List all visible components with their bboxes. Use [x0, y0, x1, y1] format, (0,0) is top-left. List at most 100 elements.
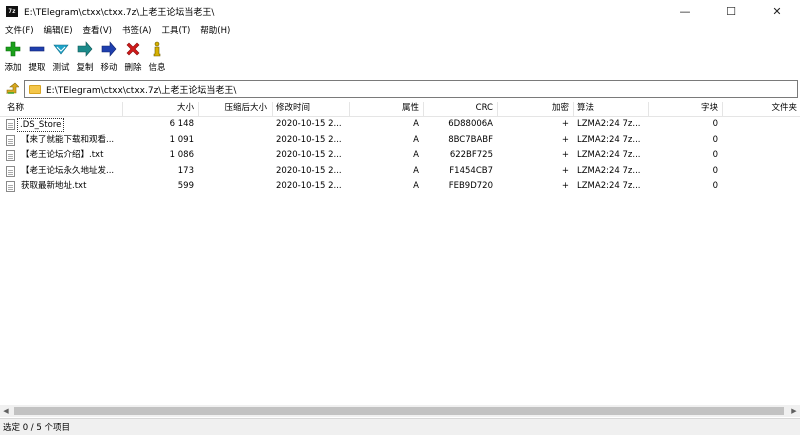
- column-header-attributes[interactable]: 属性: [350, 101, 422, 117]
- file-block: 0: [712, 134, 718, 145]
- file-packed-size: [199, 164, 270, 180]
- file-packed-size: [199, 133, 270, 149]
- delete-button[interactable]: 删除: [122, 38, 144, 76]
- minimize-button[interactable]: —: [662, 0, 708, 22]
- file-method: LZMA2:24 7z...: [577, 181, 641, 191]
- copy-button[interactable]: 复制: [74, 38, 96, 76]
- column-header-size[interactable]: 大小: [123, 101, 197, 117]
- file-size: 1 086: [169, 150, 194, 160]
- file-crc: 622BF725: [449, 150, 493, 160]
- column-header-modified[interactable]: 修改时间: [273, 101, 348, 117]
- file-name: 【老王论坛介绍】.txt: [21, 150, 104, 160]
- file-modified: 2020-10-15 2...: [276, 150, 342, 160]
- table-row[interactable]: 【来了就能下载和观看... 1 091 2020-10-15 2... A 8B…: [0, 133, 800, 149]
- info-button[interactable]: 信息: [146, 38, 168, 76]
- up-arrow-icon: [6, 82, 19, 94]
- menu-bookmarks[interactable]: 书签(A): [117, 24, 156, 36]
- scroll-thumb[interactable]: [14, 407, 784, 415]
- file-crc: FEB9D720: [448, 181, 493, 191]
- extract-icon: [28, 40, 46, 58]
- table-row[interactable]: 【老王论坛永久地址发... 173 2020-10-15 2... A F145…: [0, 164, 800, 180]
- title-bar: 7z E:\TElegram\ctxx\ctxx.7z\上老王论坛当老王\ — …: [0, 0, 800, 22]
- file-method: LZMA2:24 7z...: [577, 119, 641, 129]
- table-row[interactable]: .DS_Store 6 148 2020-10-15 2... A 6D8800…: [0, 117, 800, 133]
- file-encrypted: +: [561, 181, 569, 191]
- test-icon: [52, 40, 70, 58]
- extract-label: 提取: [28, 63, 46, 73]
- file-name: 【来了就能下载和观看...: [21, 134, 115, 145]
- file-size: 1 091: [169, 134, 194, 145]
- file-icon: [6, 119, 15, 130]
- extract-button[interactable]: 提取: [26, 38, 48, 76]
- status-bar: 选定 0 / 5 个项目: [0, 418, 800, 435]
- menu-bar: 文件(F) 编辑(E) 查看(V) 书签(A) 工具(T) 帮助(H): [0, 22, 800, 38]
- file-name: 获取最新地址.txt: [21, 181, 87, 191]
- maximize-button[interactable]: ☐: [708, 0, 754, 22]
- up-folder-button[interactable]: [4, 81, 20, 97]
- table-row[interactable]: 获取最新地址.txt 599 2020-10-15 2... A FEB9D72…: [0, 179, 800, 195]
- file-encrypted: +: [561, 134, 569, 145]
- delete-icon: [124, 40, 142, 58]
- file-icon: [6, 181, 15, 192]
- add-label: 添加: [4, 63, 22, 73]
- close-button[interactable]: ✕: [754, 0, 800, 22]
- delete-label: 删除: [124, 63, 142, 73]
- test-label: 测试: [52, 63, 70, 73]
- file-modified: 2020-10-15 2...: [276, 165, 342, 176]
- file-list[interactable]: 名称 大小 压缩后大小 修改时间 属性 CRC 加密 算法 字块 文件夹 .DS…: [0, 101, 800, 405]
- table-row[interactable]: 【老王论坛介绍】.txt 1 086 2020-10-15 2... A 622…: [0, 148, 800, 164]
- file-icon: [6, 165, 15, 177]
- file-attributes: A: [413, 181, 419, 191]
- menu-view[interactable]: 查看(V): [78, 24, 117, 36]
- move-icon: [100, 40, 118, 58]
- app-7zip-icon: 7z: [6, 5, 18, 17]
- window-controls: — ☐ ✕: [662, 0, 800, 22]
- list-header: 名称 大小 压缩后大小 修改时间 属性 CRC 加密 算法 字块 文件夹: [0, 101, 800, 117]
- menu-help[interactable]: 帮助(H): [195, 24, 235, 36]
- window-title: E:\TElegram\ctxx\ctxx.7z\上老王论坛当老王\: [24, 7, 215, 18]
- column-header-name[interactable]: 名称: [4, 101, 119, 117]
- file-encrypted: +: [561, 119, 569, 129]
- add-button[interactable]: 添加: [2, 38, 24, 76]
- move-button[interactable]: 移动: [98, 38, 120, 76]
- file-attributes: A: [413, 119, 419, 129]
- add-icon: [4, 40, 22, 58]
- menu-tools[interactable]: 工具(T): [156, 24, 195, 36]
- path-input[interactable]: E:\TElegram\ctxx\ctxx.7z\上老王论坛当老王\: [24, 80, 798, 98]
- column-header-encrypted[interactable]: 加密: [498, 101, 572, 117]
- column-header-folders[interactable]: 文件夹: [723, 101, 800, 117]
- menu-edit[interactable]: 编辑(E): [39, 24, 78, 36]
- file-modified: 2020-10-15 2...: [276, 119, 342, 129]
- file-modified: 2020-10-15 2...: [276, 134, 342, 145]
- file-encrypted: +: [561, 150, 569, 160]
- folder-icon: [29, 84, 41, 94]
- path-text: E:\TElegram\ctxx\ctxx.7z\上老王论坛当老王\: [46, 85, 237, 96]
- info-label: 信息: [148, 63, 166, 73]
- copy-icon: [76, 40, 94, 58]
- scroll-left-button[interactable]: ◀: [0, 405, 12, 417]
- file-packed-size: [199, 148, 270, 164]
- file-attributes: A: [413, 134, 419, 145]
- file-icon: [6, 150, 15, 161]
- column-header-packed-size[interactable]: 压缩后大小: [199, 101, 270, 117]
- test-button[interactable]: 测试: [50, 38, 72, 76]
- column-header-block[interactable]: 字块: [649, 101, 721, 117]
- file-attributes: A: [413, 165, 419, 176]
- file-icon: [6, 134, 15, 146]
- copy-label: 复制: [76, 63, 94, 73]
- menu-file[interactable]: 文件(F): [0, 24, 39, 36]
- scroll-right-button[interactable]: ▶: [788, 405, 800, 417]
- column-header-method[interactable]: 算法: [574, 101, 647, 117]
- file-name: 【老王论坛永久地址发...: [21, 165, 115, 176]
- file-block: 0: [712, 119, 718, 129]
- file-block: 0: [712, 150, 718, 160]
- file-encrypted: +: [561, 165, 569, 176]
- file-block: 0: [712, 181, 718, 191]
- file-size: 173: [177, 165, 194, 176]
- column-header-crc[interactable]: CRC: [424, 101, 496, 117]
- file-size: 6 148: [169, 119, 194, 129]
- horizontal-scrollbar[interactable]: ◀ ▶: [0, 405, 800, 417]
- file-name: .DS_Store: [16, 118, 65, 132]
- file-attributes: A: [413, 150, 419, 160]
- move-label: 移动: [100, 63, 118, 73]
